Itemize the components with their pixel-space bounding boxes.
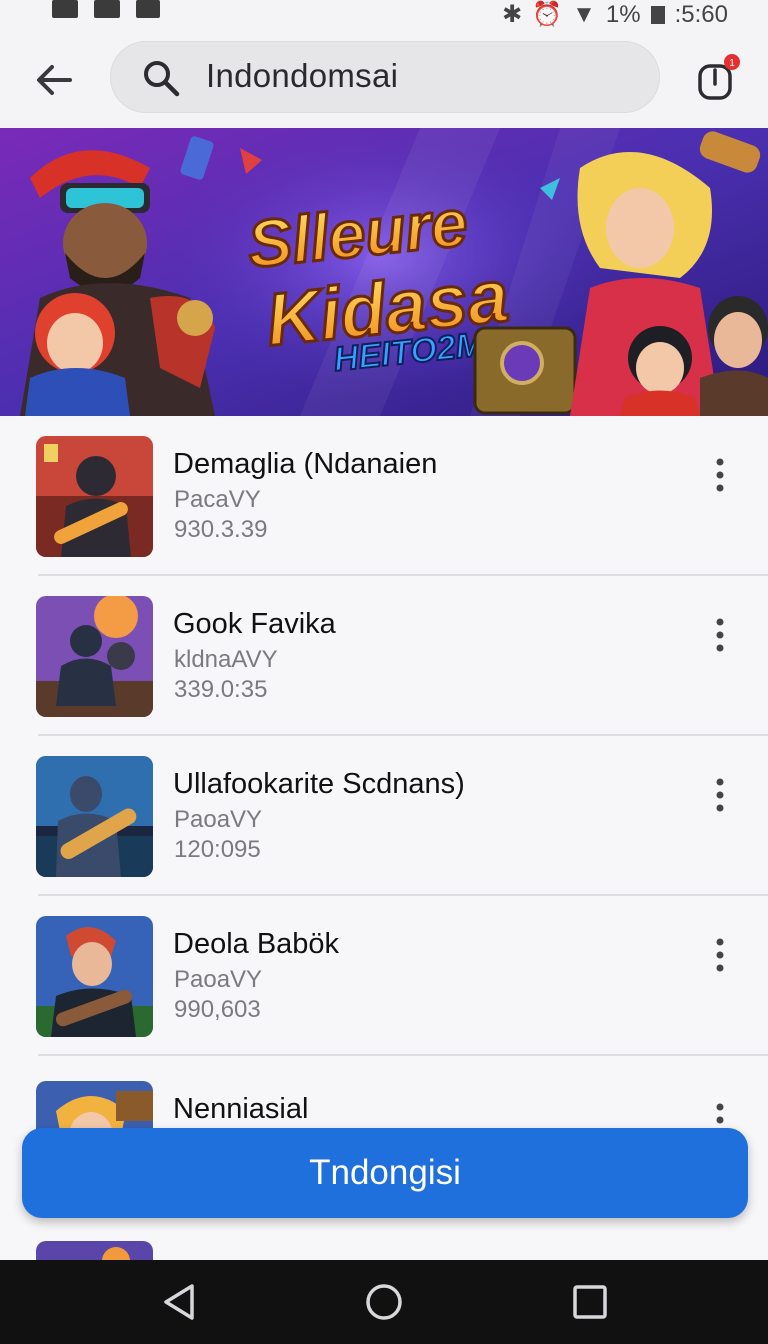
more-options-icon[interactable] [706,936,734,976]
bluetooth-icon: ✱ [502,1,523,28]
notification-badge: 1 [729,58,735,69]
search-input[interactable]: Indondomsai [206,57,398,95]
status-system-icons: ✱ ⏰ ▼ 1% :5:60 [502,0,728,29]
app-title: Demaglia (Ndanaien [173,448,438,480]
app-developer: PaoaVY [174,966,263,993]
divider [38,1054,768,1056]
nav-home-icon[interactable] [364,1282,404,1322]
app-title: Ullafookarite Scdnans) [173,768,465,800]
app-title: Deola Babök [173,928,340,960]
nav-recents-icon[interactable] [570,1282,610,1322]
notification-button[interactable]: 1 [694,52,740,104]
list-item[interactable] [0,1221,768,1260]
list-item[interactable]: Ullafookarite Scdnans) PaoaVY 120:095 [0,736,768,896]
app-thumbnail-art [36,436,153,557]
battery-percent: 1% [605,0,641,28]
app-thumbnail-art [36,1241,153,1260]
app-developer: PaoaVY [174,806,263,833]
app-thumbnail [36,596,153,717]
featured-banner[interactable]: Slleure Kidasa HEITO2M [0,128,768,416]
alarm-icon: ⏰ [532,1,563,28]
nav-back-icon[interactable] [160,1282,200,1322]
app-thumbnail-art [36,756,153,877]
banner-treasure-box [473,326,577,415]
app-thumbnail-art [36,596,153,717]
app-version: 339.0:35 [174,676,268,703]
app-notification-icon [94,0,120,18]
app-version: 120:095 [174,836,261,863]
status-notification-icons [52,0,160,18]
notification-icon: 1 [698,54,740,100]
more-options-icon[interactable] [706,456,734,496]
primary-action-button[interactable]: Tndongisi [22,1128,748,1218]
app-developer: kldnaAVY [174,646,278,673]
banner-artwork: Slleure Kidasa HEITO2M [0,128,768,416]
system-navigation-bar [0,1260,768,1344]
app-version: 990,603 [174,996,261,1023]
app-thumbnail [36,756,153,877]
clock: :5:60 [674,0,728,28]
app-notification-icon [52,0,78,18]
app-developer: PacaVY [174,486,261,513]
more-options-icon[interactable] [706,776,734,816]
parking-icon [136,0,160,18]
wifi-icon: ▼ [572,0,596,28]
app-header: Indondomsai 1 [0,30,768,128]
list-item[interactable]: Gook Favika kldnaAVY 339.0:35 [0,576,768,736]
app-title: Gook Favika [173,608,336,640]
more-options-icon[interactable] [706,616,734,656]
app-thumbnail-art [36,916,153,1037]
list-item[interactable]: Deola Babök PaoaVY 990,603 [0,896,768,1056]
app-thumbnail [36,436,153,557]
app-thumbnail [36,1241,153,1260]
app-thumbnail [36,916,153,1037]
list-item[interactable]: Demaglia (Ndanaien PacaVY 930.3.39 [0,416,768,576]
search-bar[interactable]: Indondomsai [110,41,660,113]
battery-icon [650,5,665,24]
app-title: Nenniasial [173,1093,309,1125]
back-arrow-icon[interactable] [30,56,78,104]
search-icon [144,61,180,97]
status-bar: ✱ ⏰ ▼ 1% :5:60 [0,0,768,30]
app-version: 930.3.39 [174,516,268,543]
